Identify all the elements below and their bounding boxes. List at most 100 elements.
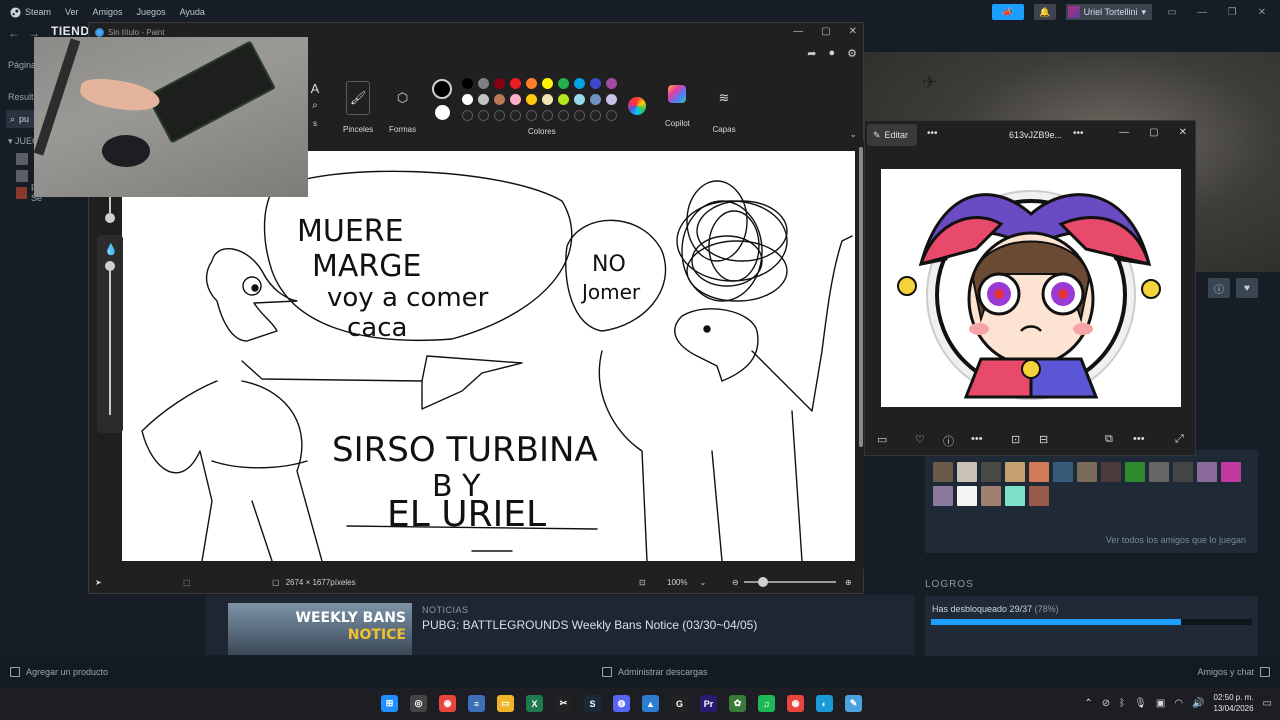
friend-avatar[interactable] <box>1173 462 1193 482</box>
color-swatch[interactable] <box>558 94 569 105</box>
ribbon-shapes-group[interactable]: ⬡ Formas <box>389 67 416 134</box>
primary-color-swatch[interactable] <box>432 79 452 99</box>
more-options-icon[interactable]: ••• <box>927 128 938 139</box>
filmstrip-icon[interactable]: ▭ <box>877 433 887 446</box>
add-product-button[interactable]: Agregar un producto <box>10 667 108 677</box>
zoom-select[interactable]: 100% ⌄ <box>667 578 706 587</box>
bluetooth-icon[interactable]: ᛒ <box>1119 698 1125 709</box>
ribbon-copilot-group[interactable]: Copilot <box>665 67 690 128</box>
info-button[interactable]: ⓘ <box>1208 278 1230 298</box>
fullscreen-icon[interactable]: ⤢ <box>1175 433 1184 446</box>
close-icon[interactable]: ✕ <box>1179 127 1187 138</box>
maximize-icon[interactable]: ❐ <box>1222 7 1242 18</box>
paint-taskbar-icon[interactable]: ✎ <box>845 695 862 712</box>
account-icon[interactable]: ● <box>828 47 835 60</box>
network-icon[interactable]: ▣ <box>1156 698 1165 709</box>
announcements-button[interactable]: 📣 <box>991 4 1024 20</box>
friend-avatar[interactable] <box>981 486 1001 506</box>
steam-menu-ver[interactable]: Ver <box>65 7 79 17</box>
color-swatch[interactable] <box>574 94 585 105</box>
chevron-down-icon[interactable]: ⌄ <box>849 129 857 140</box>
maximize-icon[interactable]: ▢ <box>1149 127 1158 138</box>
color-swatch[interactable] <box>590 78 601 89</box>
achievements-panel[interactable]: Has desbloqueado 29/37 (78%) <box>925 596 1258 656</box>
notepad-icon[interactable]: ≡ <box>468 695 485 712</box>
visual-search-icon[interactable]: ⊡ <box>1011 433 1020 446</box>
news-item[interactable]: WEEKLY BANS NOTICE NOTICIAS PUBG: BATTLE… <box>205 595 915 655</box>
color-swatch[interactable] <box>462 78 473 89</box>
back-arrow-icon[interactable]: ← <box>8 26 20 40</box>
app-icon[interactable]: ✿ <box>729 695 746 712</box>
capcut-icon[interactable]: ✂ <box>555 695 572 712</box>
premiere-icon[interactable]: Pr <box>700 695 717 712</box>
minimize-icon[interactable]: — <box>793 26 803 37</box>
minimize-icon[interactable]: — <box>1119 127 1129 138</box>
custom-color-slot[interactable] <box>606 110 617 121</box>
friend-avatar[interactable] <box>957 486 977 506</box>
color-swatch[interactable] <box>590 94 601 105</box>
friend-avatar[interactable] <box>1077 462 1097 482</box>
github-icon[interactable]: G <box>671 695 688 712</box>
close-icon[interactable]: ✕ <box>1252 7 1272 18</box>
chrome-profile-icon[interactable]: ◉ <box>787 695 804 712</box>
friend-avatar[interactable] <box>1005 486 1025 506</box>
screen-icon[interactable]: ▭ <box>1162 7 1182 18</box>
excel-icon[interactable]: X <box>526 695 543 712</box>
friend-avatar[interactable] <box>1029 462 1049 482</box>
view-all-friends-link[interactable]: Ver todos los amigos que lo juegan <box>1106 535 1246 545</box>
discord-icon[interactable]: ◍ <box>613 695 630 712</box>
chevron-up-icon[interactable]: ⌃ <box>1084 698 1092 709</box>
color-swatch[interactable] <box>510 94 521 105</box>
custom-color-slot[interactable] <box>542 110 553 121</box>
color-swatch[interactable] <box>478 78 489 89</box>
chrome-icon[interactable]: ◉ <box>439 695 456 712</box>
zoom-in-icon[interactable]: ⊕ <box>845 578 852 587</box>
maximize-icon[interactable]: ▢ <box>821 26 830 37</box>
color-swatch[interactable] <box>478 94 489 105</box>
friend-avatar[interactable] <box>981 462 1001 482</box>
friend-avatar[interactable] <box>1101 462 1121 482</box>
file-explorer-icon[interactable]: ▭ <box>497 695 514 712</box>
more-options-icon[interactable]: ••• <box>971 433 983 445</box>
muted-icon[interactable]: ⊘ <box>1102 698 1110 709</box>
friend-avatar[interactable] <box>1221 462 1241 482</box>
more-options-icon[interactable]: ••• <box>1073 128 1084 139</box>
custom-color-slot[interactable] <box>478 110 489 121</box>
photos-taskbar-icon[interactable]: ▲ <box>642 695 659 712</box>
more-options-icon[interactable]: ••• <box>1133 433 1145 445</box>
friends-chat-button[interactable]: Amigos y chat <box>1197 667 1270 677</box>
friend-avatar[interactable] <box>1053 462 1073 482</box>
ribbon-brushes-group[interactable]: 🖌 Pinceles <box>343 67 373 134</box>
store-tab[interactable]: TIEND <box>51 24 90 38</box>
color-swatch[interactable] <box>526 94 537 105</box>
minimize-icon[interactable]: — <box>1192 7 1212 18</box>
friend-avatar[interactable] <box>1125 462 1145 482</box>
custom-color-slot[interactable] <box>590 110 601 121</box>
gear-icon[interactable]: ⚙ <box>847 47 857 60</box>
canvas-vertical-scrollbar[interactable] <box>859 147 863 447</box>
windows-start-icon[interactable]: ⊞ <box>381 695 398 712</box>
copilot-taskbar-icon[interactable]: ◎ <box>410 695 427 712</box>
brush-opacity-slider[interactable]: 💧 <box>97 235 123 433</box>
news-title[interactable]: PUBG: BATTLEGROUNDS Weekly Bans Notice (… <box>422 618 757 632</box>
color-swatch[interactable] <box>542 78 553 89</box>
info-icon[interactable]: ⓘ <box>943 433 954 449</box>
notifications-button[interactable]: 🔔 <box>1033 4 1056 20</box>
friend-avatar[interactable] <box>933 486 953 506</box>
custom-color-slot[interactable] <box>558 110 569 121</box>
steam-menu-amigos[interactable]: Amigos <box>93 7 123 17</box>
steam-menu-juegos[interactable]: Juegos <box>137 7 166 17</box>
zoom-slider-knob[interactable] <box>758 577 768 587</box>
wifi-icon[interactable]: ◠ <box>1174 698 1183 709</box>
color-swatch[interactable] <box>606 78 617 89</box>
steam-menu-steam[interactable]: Steam <box>10 6 51 18</box>
friend-avatar[interactable] <box>957 462 977 482</box>
slideshow-icon[interactable]: ⧉ <box>1105 433 1113 446</box>
edit-colors-icon[interactable] <box>628 97 646 115</box>
volume-icon[interactable]: 🔊 <box>1192 698 1204 709</box>
notification-center-icon[interactable]: ▭ <box>1263 698 1272 709</box>
custom-color-slot[interactable] <box>462 110 473 121</box>
heart-icon[interactable]: ♡ <box>915 433 925 446</box>
color-swatch[interactable] <box>510 78 521 89</box>
favorite-button[interactable]: ♥ <box>1236 278 1258 298</box>
